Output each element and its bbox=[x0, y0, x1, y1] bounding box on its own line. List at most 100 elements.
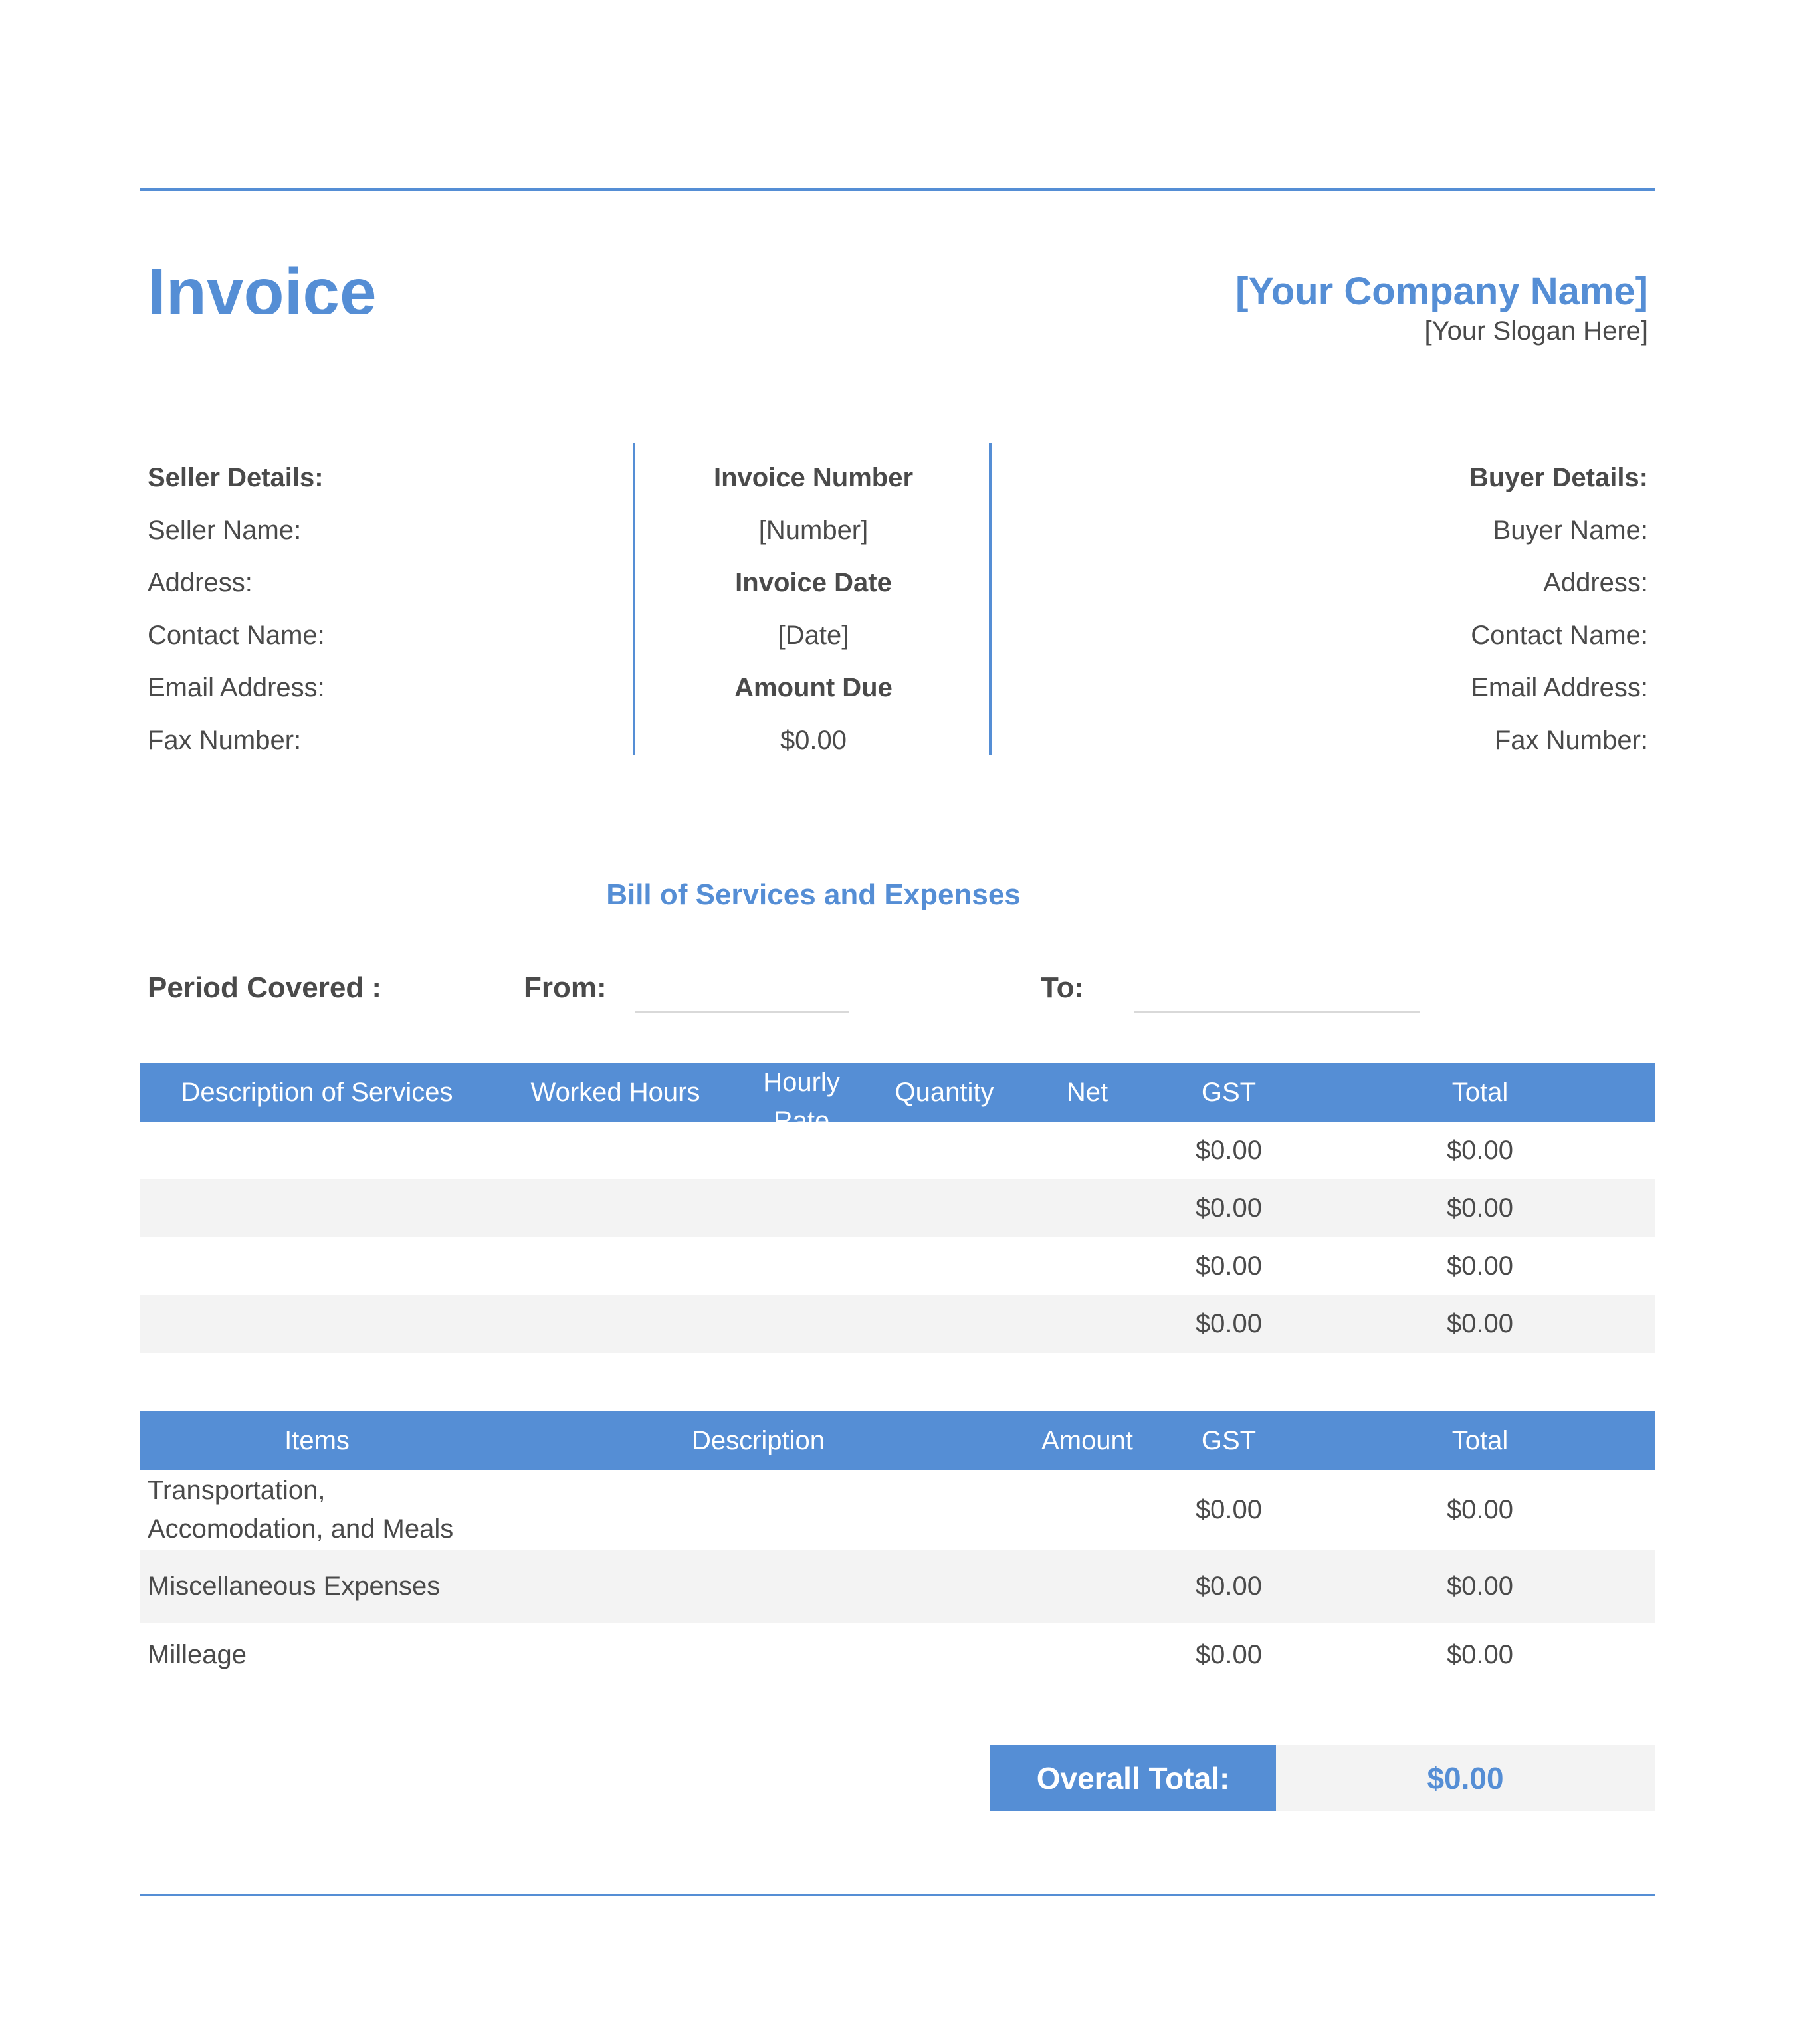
invoice-date-label: Invoice Date bbox=[735, 568, 892, 597]
expense-item-cell[interactable]: Milleage bbox=[140, 1623, 494, 1686]
seller-details: Seller Details: Seller Name: Address: Co… bbox=[148, 452, 613, 767]
bill-title: Bill of Services and Expenses bbox=[606, 878, 1021, 911]
quantity-cell[interactable] bbox=[867, 1237, 1022, 1295]
worked-hours-cell[interactable] bbox=[494, 1179, 736, 1237]
seller-email-label[interactable]: Email Address: bbox=[148, 662, 613, 714]
company-slogan[interactable]: [Your Slogan Here] bbox=[1424, 316, 1648, 346]
service-description-cell[interactable] bbox=[140, 1122, 494, 1179]
net-cell[interactable] bbox=[1022, 1237, 1152, 1295]
service-description-cell[interactable] bbox=[140, 1237, 494, 1295]
buyer-email-label[interactable]: Email Address: bbox=[1183, 662, 1648, 714]
net-cell[interactable] bbox=[1022, 1295, 1152, 1353]
buyer-details-heading: Buyer Details: bbox=[1469, 463, 1648, 492]
expense-amount-cell[interactable] bbox=[1022, 1550, 1152, 1623]
gst-cell: $0.00 bbox=[1195, 1639, 1263, 1669]
expense-amount-cell[interactable] bbox=[1022, 1623, 1152, 1686]
expense-description-cell[interactable] bbox=[494, 1470, 1022, 1550]
gst-cell: $0.00 bbox=[1195, 1494, 1263, 1524]
column-divider-left bbox=[633, 443, 635, 755]
worked-hours-cell[interactable] bbox=[494, 1237, 736, 1295]
table-row: $0.00 $0.00 bbox=[140, 1179, 1655, 1237]
total-cell: $0.00 bbox=[1305, 1179, 1655, 1237]
expense-amount-cell[interactable] bbox=[1022, 1470, 1152, 1550]
expenses-header-row: Items Description Amount GST Total bbox=[140, 1411, 1655, 1470]
invoice-info: Invoice Number [Number] Invoice Date [Da… bbox=[638, 452, 989, 767]
buyer-contact-label[interactable]: Contact Name: bbox=[1183, 609, 1648, 662]
seller-fax-label[interactable]: Fax Number: bbox=[148, 714, 613, 767]
period-to-underline bbox=[1134, 1011, 1420, 1013]
period-from-label: From: bbox=[524, 971, 607, 1004]
total-cell: $0.00 bbox=[1446, 1494, 1514, 1524]
table-row: Milleage $0.00 $0.00 bbox=[140, 1623, 1655, 1686]
service-description-cell[interactable] bbox=[140, 1295, 494, 1353]
col-header-total: Total bbox=[1305, 1411, 1655, 1470]
hourly-rate-cell[interactable] bbox=[736, 1179, 867, 1237]
gst-cell: $0.00 bbox=[1152, 1550, 1305, 1623]
col-header-description: Description bbox=[494, 1411, 1022, 1470]
total-cell: $0.00 bbox=[1305, 1295, 1655, 1353]
total-cell: $0.00 bbox=[1446, 1251, 1514, 1280]
worked-hours-cell[interactable] bbox=[494, 1122, 736, 1179]
col-header-net: Net bbox=[1022, 1063, 1152, 1122]
invoice-date-value[interactable]: [Date] bbox=[638, 609, 989, 662]
bottom-divider bbox=[140, 1894, 1655, 1896]
total-cell: $0.00 bbox=[1446, 1136, 1514, 1165]
quantity-cell[interactable] bbox=[867, 1179, 1022, 1237]
amount-due-label: Amount Due bbox=[734, 673, 893, 702]
hourly-rate-cell[interactable] bbox=[736, 1237, 867, 1295]
buyer-name-label[interactable]: Buyer Name: bbox=[1183, 504, 1648, 557]
column-divider-right bbox=[989, 443, 992, 755]
net-cell[interactable] bbox=[1022, 1122, 1152, 1179]
gst-cell: $0.00 bbox=[1152, 1295, 1305, 1353]
col-header-worked-hours: Worked Hours bbox=[494, 1063, 736, 1122]
overall-total-label: Overall Total: bbox=[990, 1745, 1276, 1811]
gst-cell: $0.00 bbox=[1195, 1136, 1263, 1165]
col-header-description-of-services: Description of Services bbox=[140, 1063, 494, 1122]
expense-item-cell[interactable]: Miscellaneous Expenses bbox=[140, 1550, 494, 1623]
invoice-number-value[interactable]: [Number] bbox=[638, 504, 989, 557]
seller-address-label[interactable]: Address: bbox=[148, 557, 613, 609]
expense-description-cell[interactable] bbox=[494, 1623, 1022, 1686]
col-header-hourly-rate: Hourly Rate bbox=[736, 1063, 867, 1122]
period-from-underline bbox=[635, 1011, 849, 1013]
buyer-address-label[interactable]: Address: bbox=[1183, 557, 1648, 609]
gst-cell: $0.00 bbox=[1195, 1251, 1263, 1280]
table-row: $0.00 $0.00 bbox=[140, 1237, 1655, 1295]
net-cell[interactable] bbox=[1022, 1179, 1152, 1237]
period-covered-label: Period Covered : bbox=[148, 971, 382, 1004]
col-header-total: Total bbox=[1305, 1063, 1655, 1122]
service-description-cell[interactable] bbox=[140, 1179, 494, 1237]
buyer-details: Buyer Details: Buyer Name: Address: Cont… bbox=[1183, 452, 1648, 767]
expense-description-cell[interactable] bbox=[494, 1550, 1022, 1623]
col-header-hourly-rate-text: Hourly Rate bbox=[763, 1068, 840, 1122]
table-row: Transportation, Accomodation, and Meals … bbox=[140, 1470, 1655, 1550]
page-title: Invoice bbox=[148, 259, 377, 314]
services-table: Description of Services Worked Hours Hou… bbox=[140, 1063, 1655, 1353]
total-cell: $0.00 bbox=[1305, 1550, 1655, 1623]
col-header-items: Items bbox=[140, 1411, 494, 1470]
amount-due-value: $0.00 bbox=[780, 726, 847, 755]
col-header-quantity: Quantity bbox=[867, 1063, 1022, 1122]
invoice-number-label: Invoice Number bbox=[713, 463, 914, 492]
services-header-row: Description of Services Worked Hours Hou… bbox=[140, 1063, 1655, 1122]
hourly-rate-cell[interactable] bbox=[736, 1122, 867, 1179]
top-divider bbox=[140, 188, 1655, 191]
col-header-amount: Amount bbox=[1022, 1411, 1152, 1470]
expenses-table: Items Description Amount GST Total Trans… bbox=[140, 1411, 1655, 1686]
expense-item-cell[interactable]: Transportation, Accomodation, and Meals bbox=[140, 1470, 494, 1550]
hourly-rate-cell[interactable] bbox=[736, 1295, 867, 1353]
total-cell: $0.00 bbox=[1446, 1639, 1514, 1669]
buyer-fax-label[interactable]: Fax Number: bbox=[1183, 714, 1648, 767]
worked-hours-cell[interactable] bbox=[494, 1295, 736, 1353]
col-header-gst: GST bbox=[1152, 1411, 1305, 1470]
seller-name-label[interactable]: Seller Name: bbox=[148, 504, 613, 557]
table-row: $0.00 $0.00 bbox=[140, 1122, 1655, 1179]
table-row: Miscellaneous Expenses $0.00 $0.00 bbox=[140, 1550, 1655, 1623]
seller-details-heading: Seller Details: bbox=[148, 463, 324, 492]
table-row: $0.00 $0.00 bbox=[140, 1295, 1655, 1353]
quantity-cell[interactable] bbox=[867, 1122, 1022, 1179]
quantity-cell[interactable] bbox=[867, 1295, 1022, 1353]
period-to-label: To: bbox=[1041, 971, 1085, 1004]
company-name[interactable]: [Your Company Name] bbox=[1235, 268, 1648, 316]
seller-contact-label[interactable]: Contact Name: bbox=[148, 609, 613, 662]
